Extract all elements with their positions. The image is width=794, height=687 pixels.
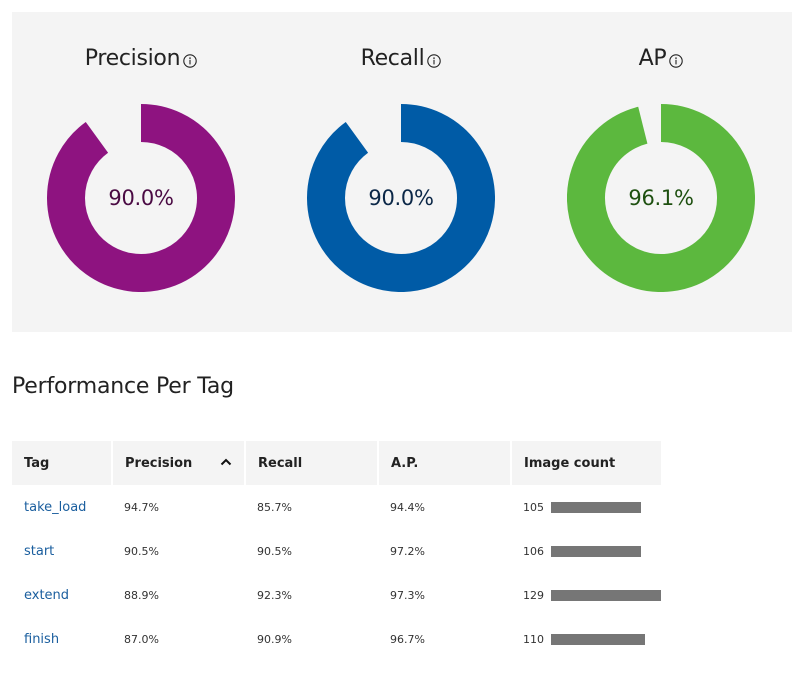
precision-cell: 94.7% <box>124 500 159 514</box>
image-count-bar <box>551 501 641 513</box>
image-count-cell: 129 <box>511 573 661 617</box>
column-header-recall[interactable]: Recall <box>245 441 379 485</box>
recall-cell: 92.3% <box>257 588 292 602</box>
ap-donut: 96.1% <box>567 104 755 292</box>
column-label: A.P. <box>391 455 419 471</box>
metric-value: 90.0% <box>108 186 174 210</box>
precision-metric: Precision 90.0% <box>31 42 251 292</box>
tag-cell: take_load <box>12 485 112 529</box>
table-row: finish 87.0% 90.9% 96.7% 110 <box>12 617 661 661</box>
table-row: start 90.5% 90.5% 97.2% 106 <box>12 529 661 573</box>
info-icon[interactable] <box>183 54 197 68</box>
precision-cell: 87.0% <box>124 632 159 646</box>
recall-donut: 90.0% <box>307 104 495 292</box>
image-count-value: 105 <box>523 500 544 514</box>
ap-cell: 96.7% <box>390 632 425 646</box>
recall-cell: 85.7% <box>257 500 292 514</box>
tag-link[interactable]: start <box>24 544 54 559</box>
table-row: extend 88.9% 92.3% 97.3% 129 <box>12 573 661 617</box>
tag-cell: finish <box>12 617 112 661</box>
recall-cell: 90.5% <box>257 544 292 558</box>
image-count-bar <box>551 633 645 645</box>
section-title: Performance Per Tag <box>12 374 234 399</box>
metric-title: Recall <box>360 45 425 71</box>
info-icon[interactable] <box>669 54 684 68</box>
tag-cell: extend <box>12 573 112 617</box>
image-count-value: 129 <box>523 588 544 602</box>
performance-table: Tag Precision Recall A.P. Image count ta… <box>12 441 661 661</box>
column-label: Tag <box>24 455 50 471</box>
image-count-value: 106 <box>523 544 544 558</box>
table-row: take_load 94.7% 85.7% 94.4% 105 <box>12 485 661 529</box>
precision-cell: 90.5% <box>124 544 159 558</box>
tag-link[interactable]: take_load <box>24 500 86 515</box>
ap-metric: AP 96.1% <box>551 42 771 292</box>
table-header-row: Tag Precision Recall A.P. Image count <box>12 441 661 485</box>
metric-title: AP <box>638 45 667 71</box>
image-count-cell: 110 <box>511 617 661 661</box>
column-label: Image count <box>524 455 616 471</box>
metric-title: Precision <box>84 45 181 71</box>
column-header-image-count[interactable]: Image count <box>511 441 661 485</box>
metric-value: 90.0% <box>368 186 434 210</box>
precision-cell: 88.9% <box>124 588 159 602</box>
tag-cell: start <box>12 529 112 573</box>
recall-metric: Recall 90.0% <box>291 42 511 292</box>
column-label: Precision <box>125 455 193 471</box>
chevron-up-icon[interactable] <box>220 456 232 469</box>
info-icon[interactable] <box>427 54 442 68</box>
image-count-bar <box>551 545 642 557</box>
precision-donut: 90.0% <box>47 104 235 292</box>
recall-cell: 90.9% <box>257 632 292 646</box>
tag-link[interactable]: finish <box>24 632 59 647</box>
ap-cell: 97.2% <box>390 544 425 558</box>
column-header-tag[interactable]: Tag <box>12 441 113 485</box>
column-label: Recall <box>258 455 303 471</box>
image-count-cell: 105 <box>511 485 661 529</box>
image-count-value: 110 <box>523 632 544 646</box>
ap-cell: 97.3% <box>390 588 425 602</box>
image-count-bar <box>551 589 661 601</box>
ap-cell: 94.4% <box>390 500 425 514</box>
column-header-precision[interactable]: Precision <box>112 441 246 485</box>
metrics-panel: Precision 90.0% Recall 90.0% AP 96.1% <box>12 12 792 332</box>
column-header-ap[interactable]: A.P. <box>378 441 512 485</box>
tag-link[interactable]: extend <box>24 588 69 603</box>
image-count-cell: 106 <box>511 529 661 573</box>
metric-value: 96.1% <box>628 186 694 210</box>
